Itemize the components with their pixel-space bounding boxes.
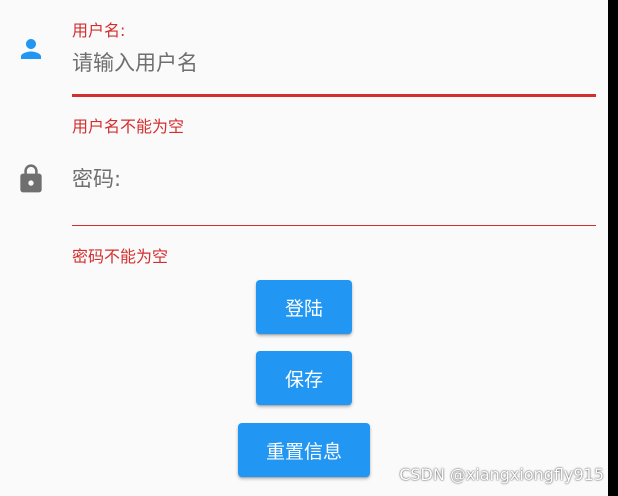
person-icon: [16, 34, 46, 64]
username-underline: [72, 94, 596, 97]
username-error: 用户名不能为空: [72, 117, 185, 136]
username-input[interactable]: [72, 46, 592, 80]
password-underline: [72, 225, 596, 226]
save-button[interactable]: 保存: [256, 351, 352, 405]
watermark: CSDN @xiangxiongfly915: [399, 465, 604, 484]
window-edge: [608, 0, 618, 496]
password-error: 密码不能为空: [72, 247, 169, 266]
lock-icon: [15, 163, 47, 195]
login-button[interactable]: 登陆: [256, 280, 352, 334]
username-label: 用户名:: [72, 21, 126, 40]
reset-button[interactable]: 重置信息: [238, 423, 370, 477]
password-input[interactable]: [72, 162, 592, 196]
